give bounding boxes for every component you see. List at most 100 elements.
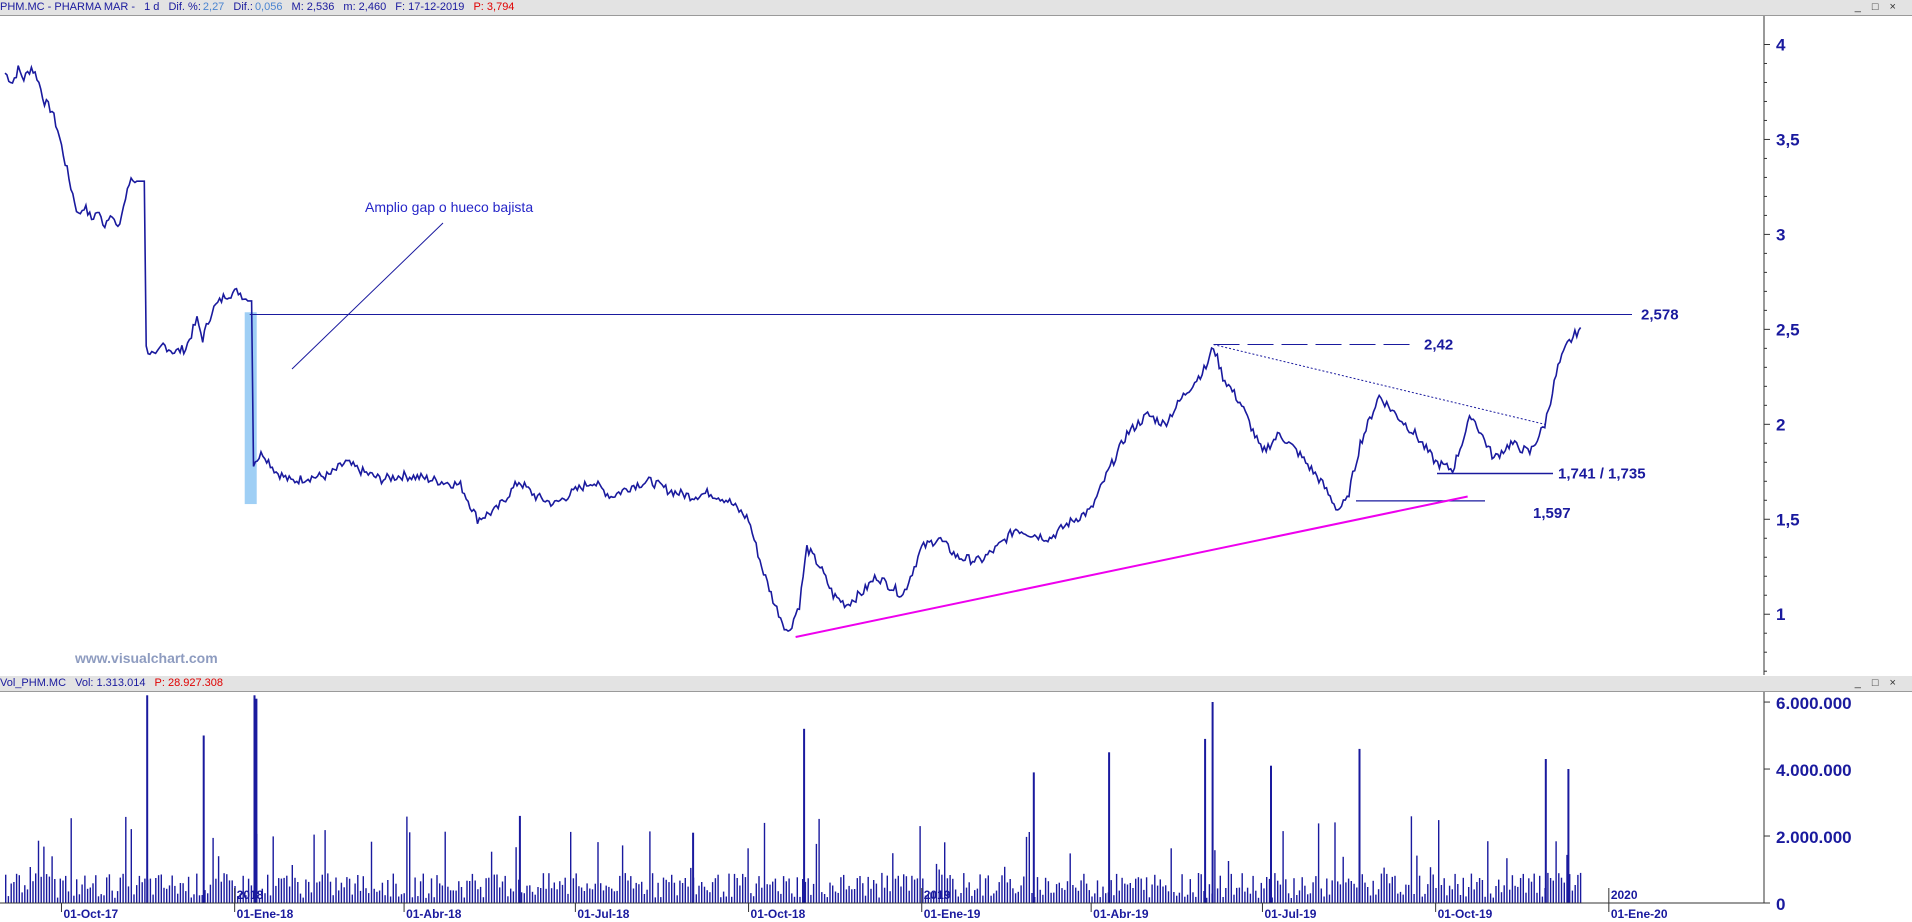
volume-bar — [971, 895, 973, 903]
volume-bar — [499, 887, 501, 903]
volume-bar — [368, 893, 370, 903]
volume-bar — [1307, 894, 1309, 903]
volume-bar — [182, 883, 184, 903]
volume-bar — [1181, 874, 1183, 903]
volume-bar — [1001, 875, 1003, 903]
volume-bar — [89, 887, 91, 903]
volume-bar — [515, 847, 517, 903]
volume-bar — [1577, 874, 1579, 903]
volume-bar — [1012, 888, 1014, 903]
volume-bar — [807, 878, 809, 903]
volume-bar — [1511, 875, 1514, 903]
volume-bar — [731, 896, 733, 903]
volume-bar — [324, 830, 326, 903]
volume-bar — [18, 875, 20, 903]
volume-bar — [1438, 820, 1440, 903]
volume-tick-label: 6.000.000 — [1776, 694, 1852, 713]
volume-bar — [1558, 873, 1560, 903]
volume-bar — [1159, 879, 1161, 903]
volume-bar — [436, 875, 438, 903]
volume-bar — [1361, 874, 1363, 903]
volume-bar — [288, 886, 291, 903]
volume-bar — [395, 883, 397, 903]
volume-bar — [444, 831, 446, 903]
volume-bar — [106, 877, 108, 903]
volume-bar — [1102, 886, 1104, 903]
volume-bar — [597, 842, 599, 903]
volume-bar — [389, 896, 392, 903]
volume-bar — [1050, 892, 1052, 903]
x-tick-label: 01-Jul-19 — [1264, 907, 1316, 921]
volume-bar — [919, 826, 921, 903]
volume-bar — [1270, 765, 1272, 903]
volume-bar — [1579, 872, 1582, 903]
volume-bar — [788, 878, 790, 903]
volume-bar — [125, 816, 127, 903]
volume-bar — [1055, 884, 1058, 903]
volume-bar — [1195, 896, 1197, 903]
volume-bar — [51, 856, 53, 903]
volume-bar — [512, 891, 515, 903]
volume-bar — [1427, 884, 1429, 903]
volume-bar — [662, 877, 665, 903]
volume-bar — [711, 882, 714, 903]
x-tick-label: 01-Ene-18 — [237, 907, 294, 921]
volume-bar — [591, 889, 594, 903]
volume-bar — [676, 895, 678, 903]
volume-bar — [111, 890, 113, 903]
volume-bar — [892, 853, 894, 903]
volume-bar — [1323, 896, 1325, 903]
volume-bar — [1481, 880, 1484, 903]
volume-bar — [657, 882, 659, 903]
volume-bar — [1334, 822, 1336, 903]
volume-bar — [1167, 891, 1170, 903]
volume-bar — [725, 896, 727, 903]
volume-panel — [5, 695, 1582, 903]
volume-bar — [202, 735, 205, 903]
volume-bar — [119, 877, 121, 903]
volume-bar — [1495, 886, 1497, 903]
volume-bar — [1287, 893, 1290, 903]
volume-bar — [1197, 873, 1200, 903]
x-tick-label: 01-Oct-19 — [1438, 907, 1493, 921]
volume-bar — [1293, 878, 1295, 903]
volume-bar — [1375, 894, 1377, 903]
volume-bar — [681, 883, 684, 903]
volume-bar — [37, 840, 40, 903]
volume-bar — [310, 892, 313, 903]
volume-bar — [35, 873, 37, 903]
volume-bar — [133, 894, 135, 903]
volume-bar — [520, 892, 523, 903]
volume-bar — [1312, 882, 1314, 903]
volume-bar — [56, 897, 59, 903]
volume-bar — [864, 895, 867, 903]
volume-bar — [291, 865, 293, 903]
volume-bar — [474, 880, 476, 903]
volume-bar — [963, 873, 965, 903]
volume-bar — [1432, 874, 1434, 903]
chart-canvas[interactable]: 2,578 2,42 1,741 / 1,735 1,597 Amplio gap o … — [0, 0, 1912, 922]
volume-bar — [982, 895, 984, 903]
volume-bar — [1083, 873, 1085, 903]
volume-bar — [384, 895, 386, 903]
volume-bar — [706, 890, 708, 903]
volume-bar — [1017, 891, 1019, 903]
volume-bar — [479, 886, 482, 903]
volume-bar — [209, 884, 212, 903]
volume-bar — [1394, 875, 1396, 903]
volume-bar — [1525, 892, 1527, 903]
volume-bar — [1124, 883, 1126, 903]
volume-bar — [7, 896, 10, 903]
volume-bar — [308, 881, 310, 903]
volume-bar — [280, 878, 283, 903]
volume-bar — [1514, 885, 1516, 903]
volume-bar — [65, 875, 67, 903]
volume-bar — [313, 834, 315, 903]
volume-bar — [1047, 881, 1050, 903]
volume-bar — [419, 881, 422, 903]
volume-bar — [1042, 894, 1044, 903]
volume-bar — [190, 897, 192, 903]
volume-bar — [302, 897, 304, 903]
volume-bar — [1397, 893, 1399, 903]
volume-bar — [1266, 877, 1268, 903]
